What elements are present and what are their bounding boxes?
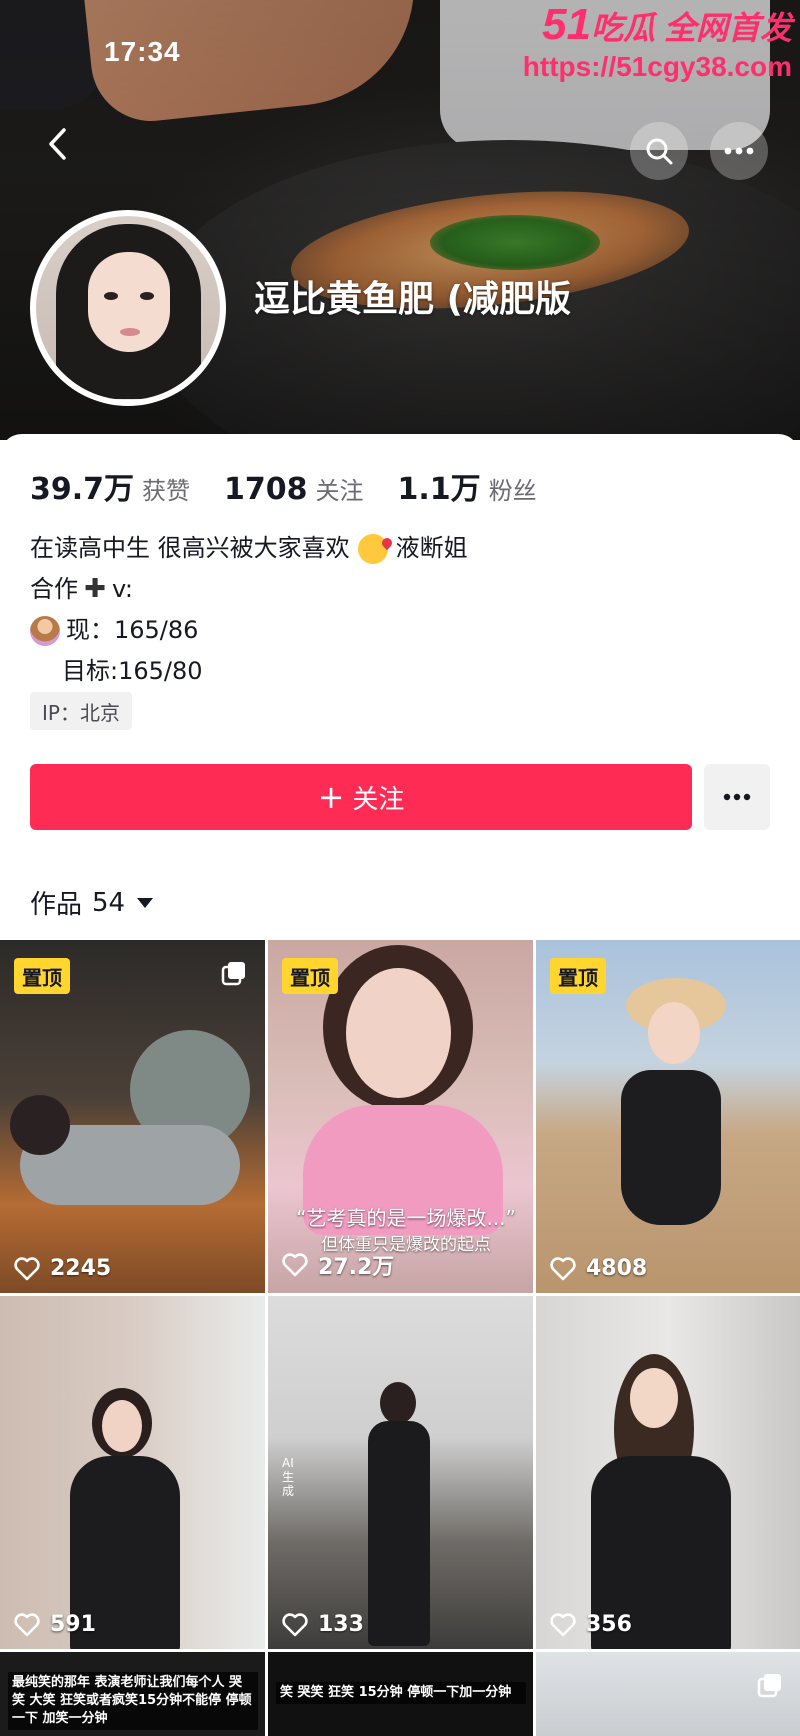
heart-icon	[14, 1612, 40, 1636]
pinned-badge: 置顶	[550, 958, 606, 994]
bio-line-1: 在读高中生 很高兴被大家喜欢	[30, 534, 350, 562]
pinned-badge: 置顶	[14, 958, 70, 994]
bio-line-3: 现：165/86	[66, 616, 199, 644]
heart-icon	[550, 1612, 576, 1636]
follow-label: 关注	[352, 784, 405, 815]
heart-icon	[14, 1256, 40, 1280]
bio-line-4: 目标:165/80	[62, 657, 203, 685]
back-button[interactable]	[36, 122, 80, 166]
stat-likes[interactable]: 39.7万 获赞	[30, 464, 190, 508]
heart-icon	[282, 1612, 308, 1636]
follow-more-button[interactable]	[704, 764, 770, 830]
works-count: 54	[92, 887, 126, 918]
stats-row: 39.7万 获赞 1708 关注 1.1万 粉丝	[30, 464, 571, 508]
like-count: 133	[282, 1612, 364, 1637]
video-tile[interactable]: 笑 哭笑 狂笑 15分钟 停顿一下加一分钟	[268, 1652, 533, 1736]
follow-button[interactable]: + 关注	[30, 764, 692, 830]
heart-icon	[282, 1253, 308, 1277]
video-tile[interactable]: AI生成 133	[268, 1296, 533, 1649]
search-button[interactable]	[630, 122, 688, 180]
like-count: 356	[550, 1612, 632, 1637]
video-tile[interactable]: 置顶 “艺考真的是一场爆改...” 但体重只是爆改的起点 27.2万	[268, 940, 533, 1293]
avatar[interactable]	[30, 210, 226, 406]
bio-line-2: 合作	[30, 575, 78, 603]
video-tile[interactable]: 置顶 4808	[536, 940, 800, 1293]
search-icon	[646, 138, 673, 165]
more-icon	[724, 147, 754, 155]
like-count: 2245	[14, 1256, 111, 1281]
works-label: 作品	[30, 890, 83, 920]
bio-line-1-tail: 液断姐	[395, 534, 468, 562]
multi-image-icon	[757, 1674, 781, 1698]
video-tile[interactable]: 356	[536, 1296, 800, 1649]
plus-icon: ✚	[84, 574, 106, 604]
stat-following[interactable]: 1708 关注	[224, 471, 364, 507]
video-caption: 笑 哭笑 狂笑 15分钟 停顿一下加一分钟	[276, 1682, 526, 1704]
person-emoji-icon	[30, 615, 60, 646]
like-count: 591	[14, 1612, 96, 1637]
video-caption: “艺考真的是一场爆改...”	[296, 1206, 516, 1230]
video-tile[interactable]: 591	[0, 1296, 265, 1649]
video-tile[interactable]: 置顶 2245	[0, 940, 265, 1293]
like-count: 4808	[550, 1256, 647, 1281]
status-time: 17:34	[104, 36, 181, 67]
plus-icon: +	[317, 778, 345, 816]
bio: 在读高中生 很高兴被大家喜欢 液断姐 合作 ✚ v: 现：165/86 目标:1…	[30, 528, 468, 692]
video-caption: 最纯笑的那年 表演老师让我们每个人 哭笑 大笑 狂笑或者疯笑15分钟不能停 停顿…	[8, 1672, 258, 1730]
watermark: 51吃瓜 全网首发 https://51cgy38.com	[492, 0, 792, 83]
stat-followers[interactable]: 1.1万 粉丝	[398, 464, 537, 508]
nickname: 逗比黄鱼肥 (减肥版	[254, 279, 571, 320]
more-button[interactable]	[710, 122, 768, 180]
heart-icon	[550, 1256, 576, 1280]
video-tile[interactable]: 最纯笑的那年 表演老师让我们每个人 哭笑 大笑 狂笑或者疯笑15分钟不能停 停顿…	[0, 1652, 265, 1736]
video-tile[interactable]	[536, 1652, 800, 1736]
pinned-badge: 置顶	[282, 958, 338, 994]
like-count: 27.2万	[282, 1249, 394, 1281]
back-icon	[49, 128, 66, 160]
ai-generated-label: AI生成	[282, 1456, 295, 1498]
multi-image-icon	[221, 962, 245, 986]
caret-down-icon	[137, 897, 154, 908]
bio-line-2-tail: v:	[112, 575, 133, 603]
ip-tag: IP：北京	[30, 692, 132, 730]
tab-works[interactable]: 作品 54	[30, 884, 154, 921]
more-icon	[723, 793, 751, 801]
watermark-logo: 51吃瓜 全网首发	[542, 0, 792, 49]
watermark-url: https://51cgy38.com	[522, 51, 792, 82]
kiss-emoji-icon	[357, 533, 388, 564]
